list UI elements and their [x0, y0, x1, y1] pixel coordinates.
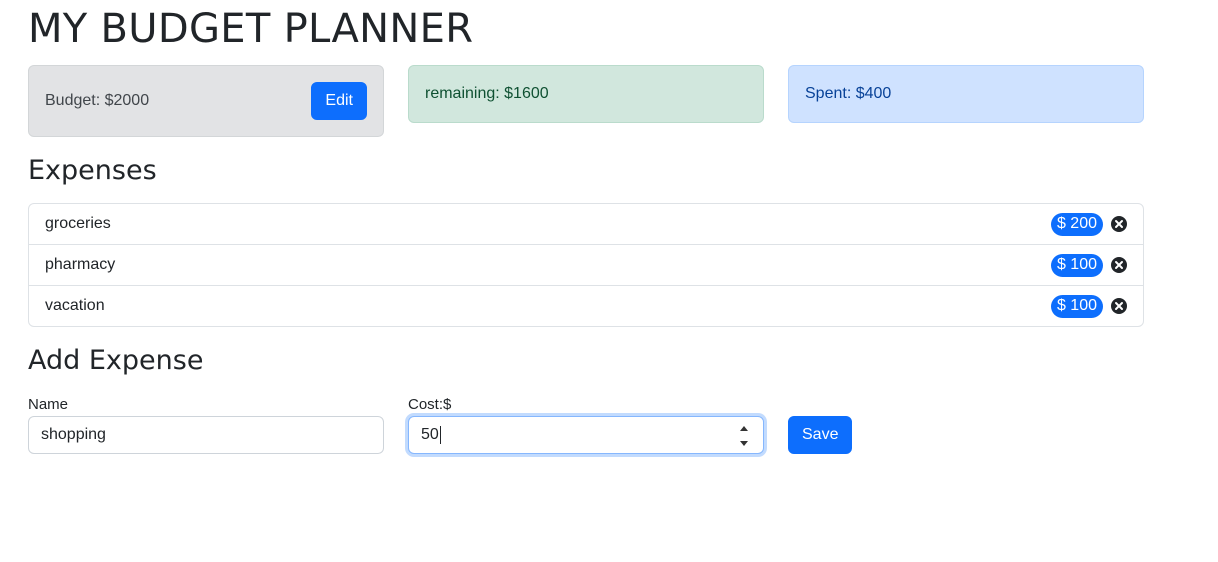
- cost-input[interactable]: 50: [408, 416, 764, 454]
- spinner-down-icon[interactable]: [739, 440, 749, 447]
- expense-cost-badge: $ 200: [1050, 212, 1103, 236]
- times-circle-icon[interactable]: [1111, 298, 1127, 314]
- spent-text: Spent: $400: [805, 85, 892, 102]
- expense-list-item: groceries $ 200: [29, 204, 1143, 245]
- expenses-heading: Expenses: [28, 155, 157, 186]
- expense-cost-badge: $ 100: [1050, 253, 1103, 277]
- budget-app: MY BUDGET PLANNER Budget: $2000 Edit rem…: [0, 0, 1218, 562]
- expense-list-item: pharmacy $ 100: [29, 245, 1143, 286]
- times-circle-icon[interactable]: [1111, 257, 1127, 273]
- text-caret: [439, 426, 441, 444]
- page-title: MY BUDGET PLANNER: [28, 6, 474, 52]
- expense-list-item: vacation $ 100: [29, 286, 1143, 326]
- expense-list: groceries $ 200 pharmacy $ 100 vacation: [28, 203, 1144, 327]
- name-label: Name: [28, 396, 69, 413]
- edit-budget-button[interactable]: Edit: [311, 82, 367, 120]
- cost-input-value: 50: [421, 426, 439, 443]
- expense-actions: $ 200: [1050, 212, 1127, 236]
- spinner-up-icon[interactable]: [739, 425, 749, 432]
- times-circle-icon[interactable]: [1111, 216, 1127, 232]
- save-button[interactable]: Save: [788, 416, 853, 454]
- name-input[interactable]: shopping: [28, 416, 384, 454]
- expense-name: pharmacy: [45, 256, 116, 273]
- expense-actions: $ 100: [1050, 294, 1127, 318]
- remaining-text: remaining: $1600: [425, 85, 549, 102]
- expense-cost-badge: $ 100: [1050, 294, 1103, 318]
- budget-text: Budget: $2000: [45, 92, 150, 109]
- add-expense-heading: Add Expense: [28, 345, 204, 376]
- spent-card: Spent: $400: [788, 65, 1144, 123]
- number-spinner-icon[interactable]: [737, 425, 751, 447]
- expense-actions: $ 100: [1050, 253, 1127, 277]
- cost-label: Cost:$: [408, 396, 452, 413]
- name-input-value: shopping: [41, 426, 106, 443]
- budget-card: Budget: $2000 Edit: [28, 65, 384, 137]
- expense-name: groceries: [45, 215, 111, 232]
- remaining-card: remaining: $1600: [408, 65, 764, 123]
- expense-name: vacation: [45, 297, 105, 314]
